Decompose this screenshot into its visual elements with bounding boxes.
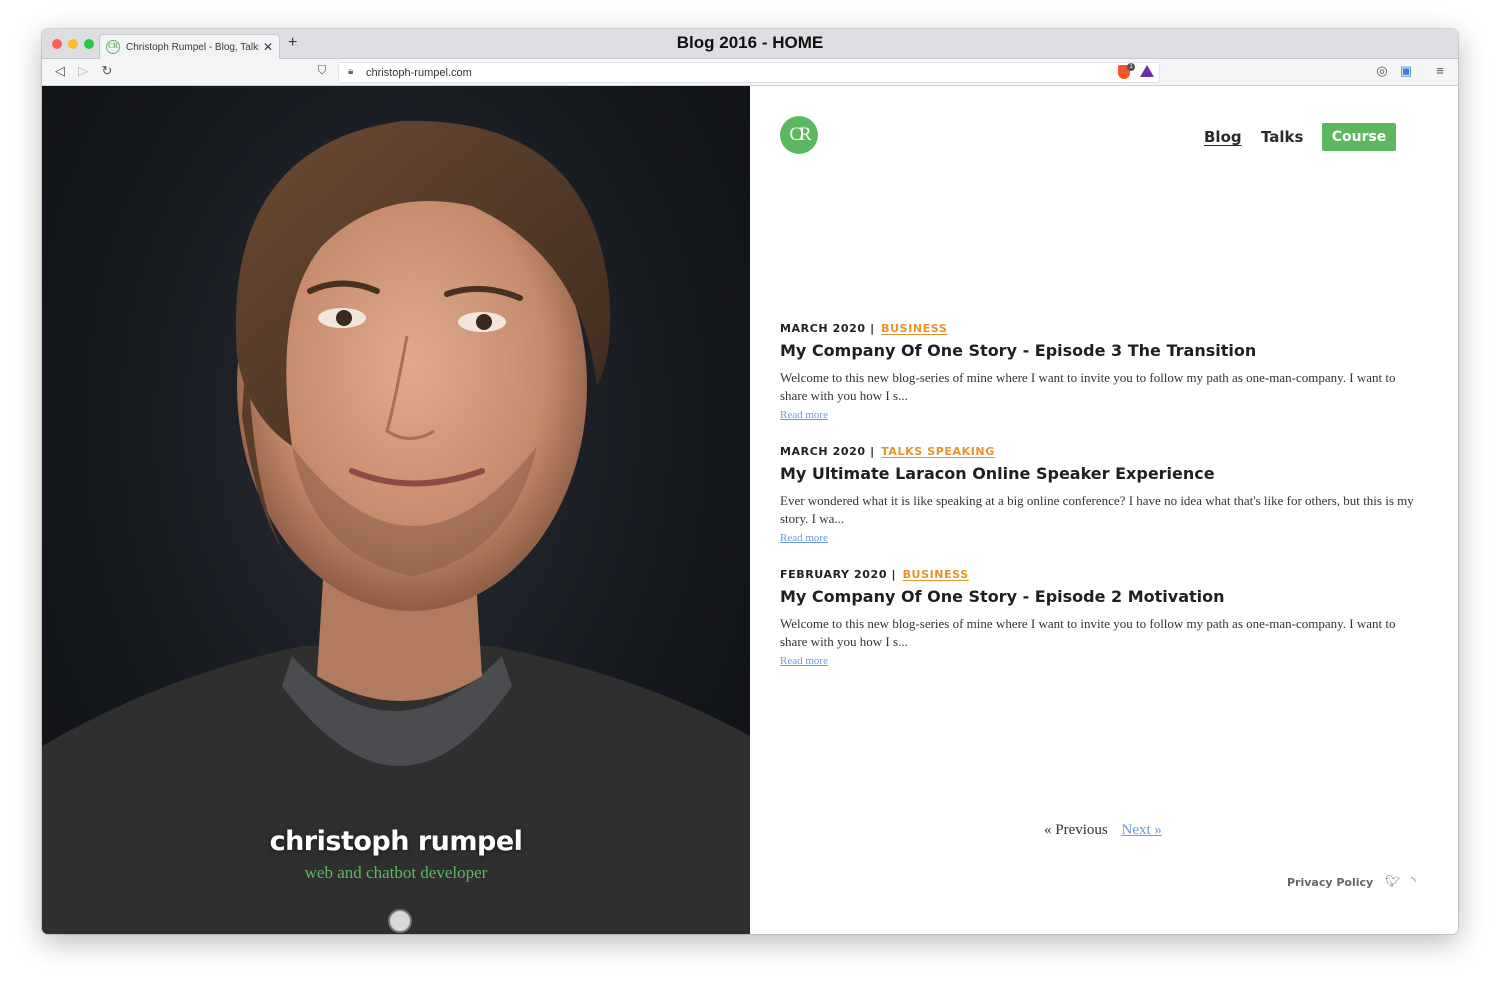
post-item: MARCH 2020 | BUSINESS My Company Of One … [780, 322, 1416, 423]
shield-count-badge: 1 [1127, 63, 1135, 71]
post-meta: FEBRUARY 2020 | BUSINESS [780, 568, 1416, 581]
hero-tagline: web and chatbot developer [304, 863, 488, 882]
browser-toolbar: ◁ ▷ ↻ ⛉ 🔒︎ christoph-rumpel.com 1 ◎ ▣ ≡ [42, 59, 1458, 86]
pagination: « Previous Next » [1044, 822, 1162, 839]
post-category-link[interactable]: BUSINESS [881, 322, 947, 335]
privacy-policy-link[interactable]: Privacy Policy [1287, 876, 1373, 889]
post-separator: | [891, 568, 897, 581]
twitter-icon[interactable]: 🐦︎ [1385, 874, 1400, 888]
browser-window: CR Christoph Rumpel - Blog, Talks & More… [42, 29, 1458, 934]
bookmark-icon[interactable]: ⛉ [314, 63, 330, 78]
read-more-link[interactable]: Read more [780, 409, 828, 421]
browser-tab[interactable]: CR Christoph Rumpel - Blog, Talks & More… [99, 34, 280, 59]
minimize-window-button[interactable] [68, 39, 78, 49]
post-excerpt: Welcome to this new blog-series of mine … [780, 616, 1396, 649]
post-category-link[interactable]: BUSINESS [903, 568, 969, 581]
new-tab-icon[interactable]: + [288, 34, 297, 52]
rewards-icon[interactable] [1140, 65, 1154, 77]
forward-icon[interactable]: ▷ [75, 63, 91, 79]
post-title-link[interactable]: My Company Of One Story - Episode 2 Moti… [780, 587, 1416, 606]
read-more-link[interactable]: Read more [780, 655, 828, 667]
post-excerpt: Welcome to this new blog-series of mine … [780, 370, 1396, 403]
tab-close-icon[interactable]: ✕ [263, 40, 273, 54]
extension-icon[interactable]: ◎ [1374, 63, 1390, 79]
post-title-link[interactable]: My Company Of One Story - Episode 3 The … [780, 341, 1416, 360]
address-bar[interactable]: 🔒︎ christoph-rumpel.com [338, 62, 1160, 83]
post-separator: | [870, 445, 875, 458]
post-item: MARCH 2020 | TALKS SPEAKING My Ultimate … [780, 445, 1416, 546]
post-date: MARCH 2020 [780, 322, 866, 335]
menu-icon[interactable]: ≡ [1432, 63, 1448, 78]
reload-icon[interactable]: ↻ [99, 63, 115, 79]
post-date: FEBRUARY 2020 [780, 568, 888, 581]
post-excerpt: Ever wondered what it is like speaking a… [780, 493, 1414, 526]
hero-name: christoph rumpel [269, 826, 523, 857]
back-icon[interactable]: ◁ [52, 63, 68, 79]
url-text[interactable]: christoph-rumpel.com [366, 67, 472, 79]
nav-talks-link[interactable]: Talks [1261, 128, 1303, 146]
lock-icon: 🔒︎ [348, 66, 354, 77]
post-title-link[interactable]: My Ultimate Laracon Online Speaker Exper… [780, 464, 1416, 483]
post-meta: MARCH 2020 | TALKS SPEAKING [780, 445, 1416, 458]
post-separator: | [870, 322, 875, 335]
post-date: MARCH 2020 [780, 445, 866, 458]
zoom-window-button[interactable] [84, 39, 94, 49]
hero-portrait: christoph rumpel web and chatbot develop… [42, 86, 750, 934]
post-item: FEBRUARY 2020 | BUSINESS My Company Of O… [780, 568, 1416, 669]
nav-blog-link[interactable]: Blog [1204, 128, 1242, 146]
previous-page-label: « Previous [1044, 822, 1108, 838]
web-page: christoph rumpel web and chatbot develop… [42, 86, 1458, 934]
read-more-link[interactable]: Read more [780, 532, 828, 544]
rss-icon[interactable]: ◝ [1411, 874, 1416, 888]
close-window-button[interactable] [52, 39, 62, 49]
site-logo[interactable]: CR [780, 116, 818, 154]
favicon-icon: CR [106, 40, 120, 54]
nav-course-button[interactable]: Course [1322, 123, 1396, 151]
next-page-link[interactable]: Next » [1122, 822, 1162, 838]
content-column: CR Blog Talks Course MARCH 2020 | BUSINE… [750, 86, 1458, 934]
post-meta: MARCH 2020 | BUSINESS [780, 322, 1416, 335]
translate-extension-icon[interactable]: ▣ [1398, 63, 1414, 79]
title-bar: CR Christoph Rumpel - Blog, Talks & More… [42, 29, 1458, 59]
tab-title: Christoph Rumpel - Blog, Talks & More [126, 41, 259, 53]
post-category-link[interactable]: TALKS SPEAKING [881, 445, 995, 458]
portrait-image [42, 120, 750, 934]
